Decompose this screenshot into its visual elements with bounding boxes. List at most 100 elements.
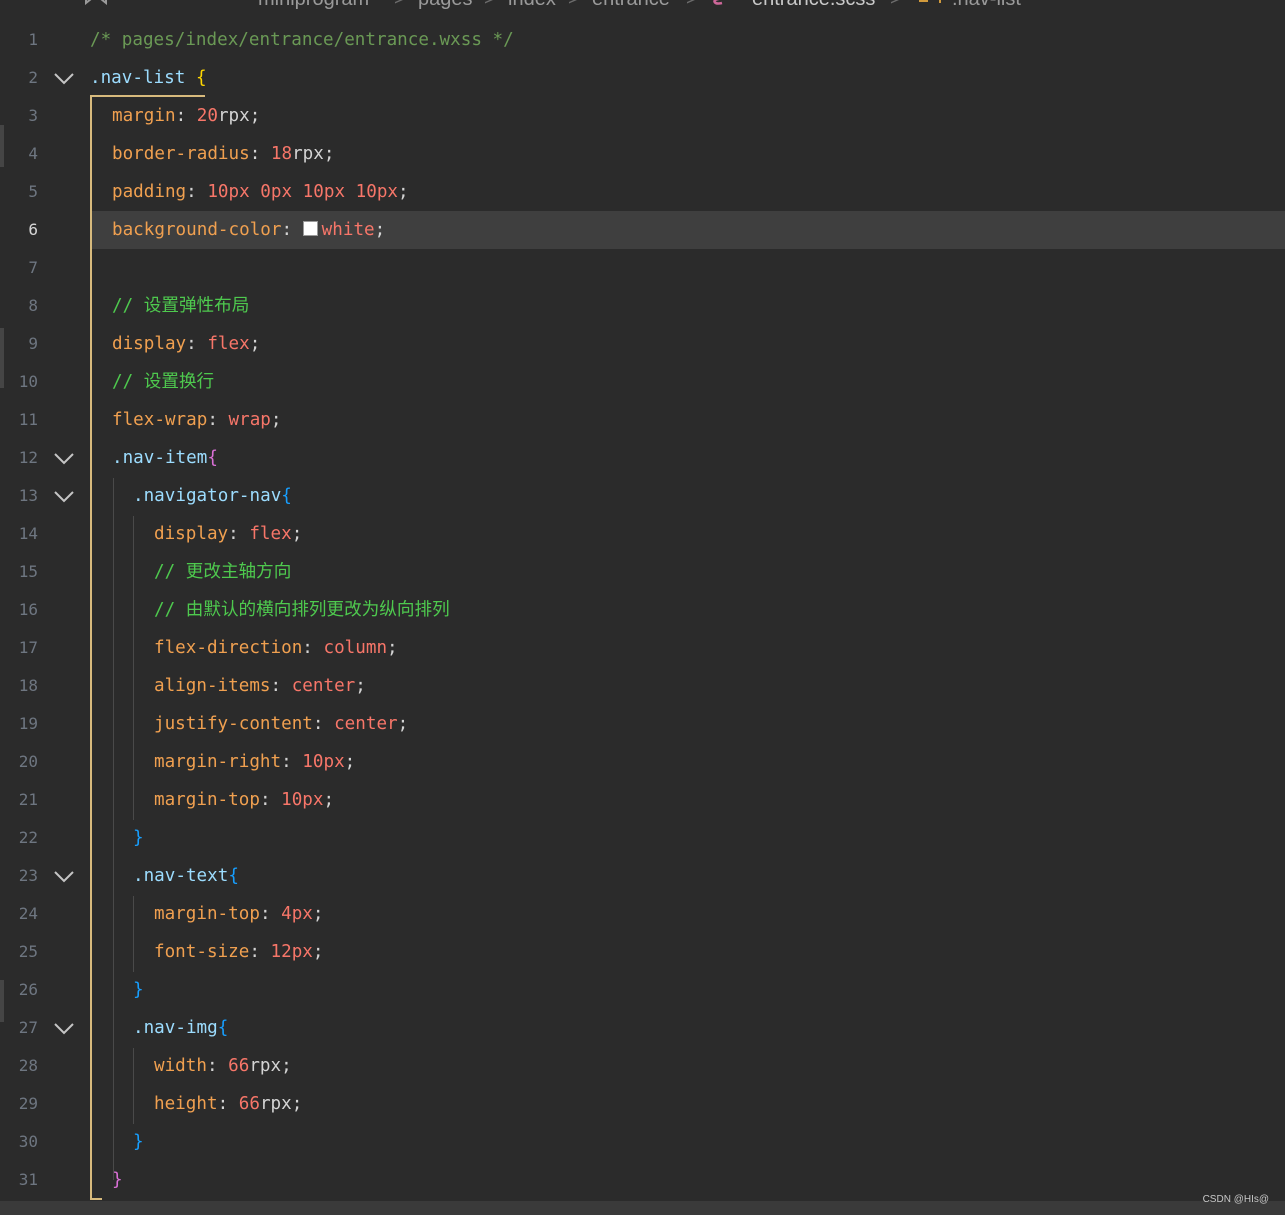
code-line[interactable]: 4 border-radius: 18rpx;	[0, 135, 1285, 173]
code-line[interactable]: 15 // 更改主轴方向	[0, 553, 1285, 591]
code-text[interactable]: // 设置换行	[112, 363, 214, 401]
code-line[interactable]: 16 // 由默认的横向排列更改为纵向排列	[0, 591, 1285, 629]
back-arrow-icon[interactable]	[140, 0, 170, 11]
breadcrumb: miniprogram > pages > index > entrance >…	[0, 0, 1285, 12]
breadcrumb-item-file[interactable]: entrance.scss	[752, 0, 875, 11]
code-text[interactable]: /* pages/index/entrance/entrance.wxss */	[90, 21, 514, 59]
fold-chevron-icon[interactable]	[54, 869, 74, 883]
code-text[interactable]: .nav-text{	[133, 857, 239, 895]
breadcrumb-item-entrance[interactable]: entrance	[592, 0, 670, 11]
code-token: wrap	[228, 410, 271, 430]
code-line[interactable]: 25 font-size: 12px;	[0, 933, 1285, 971]
line-number: 23	[18, 866, 38, 885]
code-text[interactable]: margin-top: 10px;	[154, 781, 334, 819]
code-line[interactable]: 31}	[0, 1161, 1285, 1199]
code-line[interactable]: 23 .nav-text{	[0, 857, 1285, 895]
code-line[interactable]: 9 display: flex;	[0, 325, 1285, 363]
code-line[interactable]: 13 .navigator-nav{	[0, 477, 1285, 515]
code-text[interactable]: .nav-list {	[90, 59, 207, 97]
code-line[interactable]: 18 align-items: center;	[0, 667, 1285, 705]
code-line[interactable]: 2 .nav-list {	[0, 59, 1285, 97]
code-text[interactable]: width: 66rpx;	[154, 1047, 292, 1085]
code-token: ;	[249, 106, 261, 126]
symbol-icon	[918, 0, 942, 11]
code-line[interactable]: 12 .nav-item{	[0, 439, 1285, 477]
bookmark-icon[interactable]	[84, 0, 108, 11]
bracket-guide	[90, 1198, 102, 1200]
code-text[interactable]: font-size: 12px;	[154, 933, 324, 971]
list-icon[interactable]	[20, 0, 52, 11]
code-line[interactable]: 11 flex-wrap: wrap;	[0, 401, 1285, 439]
code-line[interactable]: 17 flex-direction: column;	[0, 629, 1285, 667]
code-token: .nav-list	[90, 68, 196, 88]
code-token: .nav-item	[112, 448, 208, 468]
code-text[interactable]: // 更改主轴方向	[154, 553, 291, 591]
code-line[interactable]: 3 margin: 20rpx;	[0, 97, 1285, 135]
code-line[interactable]: 29 height: 66rpx;	[0, 1085, 1285, 1123]
code-text[interactable]: margin: 20rpx;	[112, 97, 260, 135]
color-swatch[interactable]	[302, 221, 318, 236]
code-token: 66	[228, 1056, 250, 1076]
code-text[interactable]: align-items: center;	[154, 667, 366, 705]
code-token: :	[207, 410, 229, 430]
code-line[interactable]: 10 // 设置换行	[0, 363, 1285, 401]
code-line[interactable]: 20 margin-right: 10px;	[0, 743, 1285, 781]
code-line[interactable]: 30}	[0, 1123, 1285, 1161]
code-text[interactable]: .nav-img{	[133, 1009, 228, 1047]
code-token: center	[291, 676, 356, 696]
fold-chevron-icon[interactable]	[54, 1021, 74, 1035]
code-text[interactable]: // 由默认的横向排列更改为纵向排列	[154, 591, 450, 629]
code-text[interactable]: }	[133, 971, 144, 1009]
fold-chevron-icon[interactable]	[54, 489, 74, 503]
code-text[interactable]: padding: 10px 0px 10px 10px;	[112, 173, 409, 211]
breadcrumb-item-miniprogram[interactable]: miniprogram	[258, 0, 369, 11]
code-line[interactable]: 21 margin-top: 10px;	[0, 781, 1285, 819]
code-token: :	[249, 144, 271, 164]
code-text[interactable]: flex-wrap: wrap;	[112, 401, 282, 439]
code-text[interactable]: }	[133, 819, 144, 857]
code-editor[interactable]: 1 /* pages/index/entrance/entrance.wxss *…	[0, 21, 1285, 1201]
code-text[interactable]: background-color: white;	[112, 211, 385, 249]
code-text[interactable]: .navigator-nav{	[133, 477, 292, 515]
line-number: 31	[18, 1170, 38, 1189]
code-line[interactable]: 24 margin-top: 4px;	[0, 895, 1285, 933]
code-token: }	[133, 1132, 144, 1152]
fold-chevron-icon[interactable]	[54, 451, 74, 465]
code-line[interactable]: 5 padding: 10px 0px 10px 10px;	[0, 173, 1285, 211]
code-token: :	[312, 714, 335, 734]
code-token: :	[270, 676, 292, 696]
code-text[interactable]: margin-top: 4px;	[154, 895, 324, 933]
breadcrumb-separator: >	[484, 0, 496, 11]
code-token: ;	[270, 410, 282, 430]
code-line[interactable]: 27 .nav-img{	[0, 1009, 1285, 1047]
bracket-guide	[90, 95, 205, 97]
fold-chevron-icon[interactable]	[54, 71, 74, 85]
code-token: ;	[281, 1056, 292, 1076]
code-token: ;	[312, 942, 324, 962]
code-text[interactable]: border-radius: 18rpx;	[112, 135, 334, 173]
code-token: {	[281, 486, 292, 506]
code-line[interactable]: 7	[0, 249, 1285, 287]
code-text[interactable]: .nav-item{	[112, 439, 218, 477]
code-line[interactable]: 14 display: flex;	[0, 515, 1285, 553]
code-line[interactable]: 8 // 设置弹性布局	[0, 287, 1285, 325]
code-text[interactable]: display: flex;	[154, 515, 302, 553]
code-line[interactable]: 6 background-color: white;	[0, 211, 1285, 249]
code-text[interactable]: height: 66rpx;	[154, 1085, 302, 1123]
code-line[interactable]: 26}	[0, 971, 1285, 1009]
line-number: 15	[18, 562, 38, 581]
code-line[interactable]: 22}	[0, 819, 1285, 857]
code-text[interactable]: display: flex;	[112, 325, 260, 363]
code-line[interactable]: 28 width: 66rpx;	[0, 1047, 1285, 1085]
code-text[interactable]: margin-right: 10px;	[154, 743, 355, 781]
code-text[interactable]: // 设置弹性布局	[112, 287, 249, 325]
breadcrumb-item-symbol[interactable]: .nav-list	[952, 0, 1021, 11]
forward-arrow-icon[interactable]	[196, 0, 226, 11]
code-line[interactable]: 19 justify-content: center;	[0, 705, 1285, 743]
code-text[interactable]: flex-direction: column;	[154, 629, 398, 667]
breadcrumb-item-pages[interactable]: pages	[418, 0, 473, 11]
code-line[interactable]: 1 /* pages/index/entrance/entrance.wxss *…	[0, 21, 1285, 59]
code-text[interactable]: }	[133, 1123, 144, 1161]
code-text[interactable]: justify-content: center;	[154, 705, 408, 743]
breadcrumb-item-index[interactable]: index	[508, 0, 556, 11]
